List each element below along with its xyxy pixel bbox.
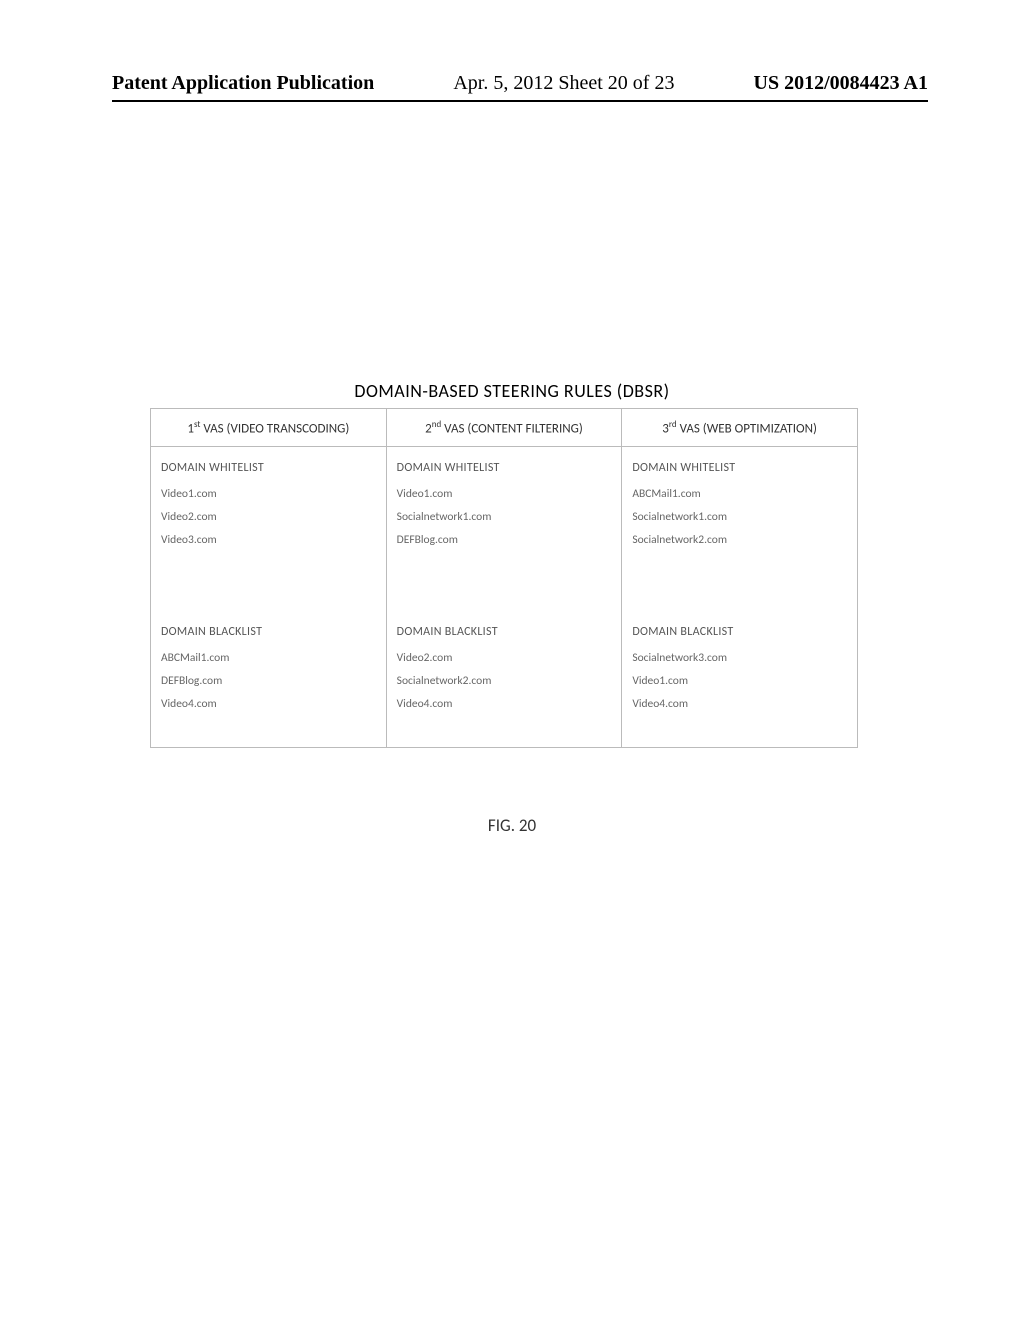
figure-caption: FIG. 20 xyxy=(0,815,1024,836)
header-left: Patent Application Publication xyxy=(112,72,374,95)
cell-vas1: DOMAIN WHITELIST Video1.com Video2.com V… xyxy=(151,447,387,748)
col-num: 2 xyxy=(425,421,432,436)
whitelist-domains: Video1.com Socialnetwork1.com DEFBlog.co… xyxy=(397,483,612,573)
list-item: Video4.com xyxy=(397,693,612,716)
list-item: Video2.com xyxy=(397,647,612,670)
list-item: ABCMail1.com xyxy=(632,483,847,506)
col-header-1: 1st VAS (VIDEO TRANSCODING) xyxy=(151,409,387,447)
header-right: US 2012/0084423 A1 xyxy=(754,72,928,95)
list-item: DEFBlog.com xyxy=(397,529,612,552)
blacklist-label: DOMAIN BLACKLIST xyxy=(632,625,847,639)
dbsr-table: 1st VAS (VIDEO TRANSCODING) 2nd VAS (CON… xyxy=(150,408,858,748)
list-item: ABCMail1.com xyxy=(161,647,376,670)
figure-title: DOMAIN-BASED STEERING RULES (DBSR) xyxy=(0,380,1024,402)
blacklist-domains: Socialnetwork3.com Video1.com Video4.com xyxy=(632,647,847,737)
list-item: Socialnetwork1.com xyxy=(632,506,847,529)
table-body-row: DOMAIN WHITELIST Video1.com Video2.com V… xyxy=(151,447,858,748)
col-ord: rd xyxy=(669,419,677,430)
list-item: Video3.com xyxy=(161,529,376,552)
list-item: Video1.com xyxy=(632,670,847,693)
list-item: Video2.com xyxy=(161,506,376,529)
whitelist-label: DOMAIN WHITELIST xyxy=(161,461,376,475)
col-header-3: 3rd VAS (WEB OPTIMIZATION) xyxy=(622,409,858,447)
list-item: Socialnetwork3.com xyxy=(632,647,847,670)
blacklist-domains: ABCMail1.com DEFBlog.com Video4.com xyxy=(161,647,376,737)
page-header: Patent Application Publication Apr. 5, 2… xyxy=(0,72,1024,95)
col-ord: nd xyxy=(432,419,441,430)
col-label: VAS (VIDEO TRANSCODING) xyxy=(200,421,349,436)
patent-page: Patent Application Publication Apr. 5, 2… xyxy=(0,0,1024,1320)
cell-vas3: DOMAIN WHITELIST ABCMail1.com Socialnetw… xyxy=(622,447,858,748)
whitelist-domains: Video1.com Video2.com Video3.com xyxy=(161,483,376,573)
table-header-row: 1st VAS (VIDEO TRANSCODING) 2nd VAS (CON… xyxy=(151,409,858,447)
col-num: 3 xyxy=(662,421,669,436)
list-item: Video4.com xyxy=(632,693,847,716)
whitelist-label: DOMAIN WHITELIST xyxy=(397,461,612,475)
list-item: Socialnetwork1.com xyxy=(397,506,612,529)
list-item: DEFBlog.com xyxy=(161,670,376,693)
list-item: Video1.com xyxy=(161,483,376,506)
list-item: Socialnetwork2.com xyxy=(397,670,612,693)
list-item: Video4.com xyxy=(161,693,376,716)
whitelist-label: DOMAIN WHITELIST xyxy=(632,461,847,475)
header-rule xyxy=(112,100,928,102)
col-label: VAS (WEB OPTIMIZATION) xyxy=(677,421,817,436)
list-item: Video1.com xyxy=(397,483,612,506)
col-header-2: 2nd VAS (CONTENT FILTERING) xyxy=(386,409,622,447)
header-center: Apr. 5, 2012 Sheet 20 of 23 xyxy=(453,72,674,95)
col-num: 1 xyxy=(187,421,194,436)
blacklist-domains: Video2.com Socialnetwork2.com Video4.com xyxy=(397,647,612,737)
whitelist-domains: ABCMail1.com Socialnetwork1.com Socialne… xyxy=(632,483,847,573)
blacklist-label: DOMAIN BLACKLIST xyxy=(161,625,376,639)
col-label: VAS (CONTENT FILTERING) xyxy=(441,421,583,436)
blacklist-label: DOMAIN BLACKLIST xyxy=(397,625,612,639)
list-item: Socialnetwork2.com xyxy=(632,529,847,552)
cell-vas2: DOMAIN WHITELIST Video1.com Socialnetwor… xyxy=(386,447,622,748)
